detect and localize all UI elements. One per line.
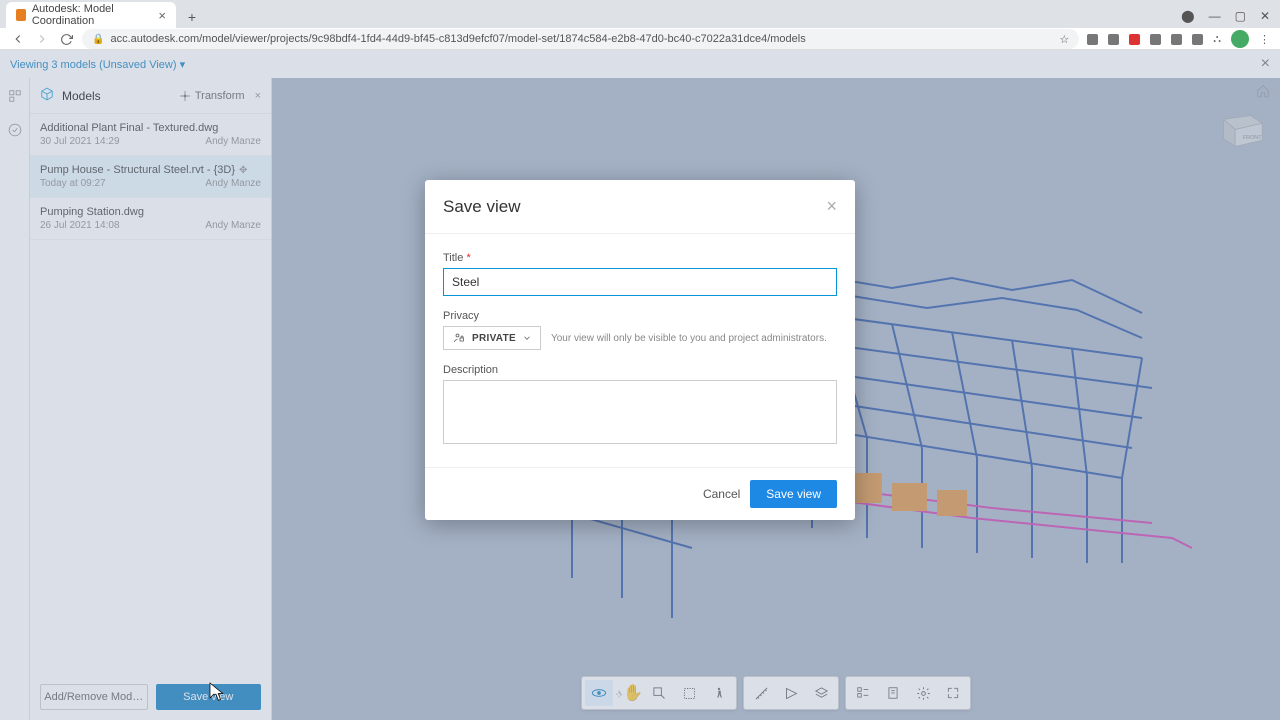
modal-close-icon[interactable]: × (826, 196, 837, 217)
reload-button[interactable] (58, 31, 74, 47)
title-input[interactable] (443, 268, 837, 296)
url-input[interactable]: 🔒 acc.autodesk.com/model/viewer/projects… (82, 29, 1079, 49)
profile-avatar[interactable] (1231, 30, 1249, 48)
save-button[interactable]: Save view (750, 480, 837, 508)
lock-icon: 🔒 (92, 34, 104, 45)
description-input[interactable] (443, 380, 837, 444)
forward-button[interactable] (34, 31, 50, 47)
url-text: acc.autodesk.com/model/viewer/projects/9… (110, 33, 805, 45)
app: Viewing 3 models (Unsaved View) ▾ × Mode… (0, 50, 1280, 720)
ext-icon[interactable] (1108, 34, 1119, 45)
description-label: Description (443, 364, 837, 376)
modal-title: Save view (443, 197, 520, 217)
tab-close-icon[interactable]: × (158, 8, 166, 23)
window-close-icon[interactable]: ✕ (1260, 9, 1270, 23)
person-lock-icon (452, 332, 466, 344)
address-bar: 🔒 acc.autodesk.com/model/viewer/projects… (0, 28, 1280, 50)
minimize-icon[interactable]: — (1209, 9, 1221, 23)
puzzle-icon[interactable]: ⛬ (1213, 33, 1221, 46)
browser-tab[interactable]: Autodesk: Model Coordination × (6, 2, 176, 28)
chevron-down-icon (522, 333, 532, 343)
maximize-icon[interactable]: ▢ (1235, 9, 1246, 23)
tab-title: Autodesk: Model Coordination (32, 3, 153, 27)
tab-bar: Autodesk: Model Coordination × + ⬤ — ▢ ✕ (0, 0, 1280, 28)
new-tab-button[interactable]: + (182, 9, 202, 25)
ext-icon[interactable] (1192, 34, 1203, 45)
cancel-button[interactable]: Cancel (703, 487, 740, 501)
privacy-select[interactable]: PRIVATE (443, 326, 541, 350)
ext-icon[interactable] (1087, 34, 1098, 45)
modal-backdrop: Save view × Title * Privacy PRIVATE Your… (0, 50, 1280, 720)
title-label: Title * (443, 252, 837, 264)
browser-chrome: Autodesk: Model Coordination × + ⬤ — ▢ ✕… (0, 0, 1280, 50)
ext-icon[interactable] (1171, 34, 1182, 45)
back-button[interactable] (10, 31, 26, 47)
save-view-modal: Save view × Title * Privacy PRIVATE Your… (425, 180, 855, 520)
record-icon[interactable]: ⬤ (1181, 9, 1194, 23)
ext-icon[interactable] (1150, 34, 1161, 45)
kebab-icon[interactable]: ⋮ (1259, 33, 1270, 46)
privacy-hint: Your view will only be visible to you an… (551, 333, 827, 344)
privacy-label: Privacy (443, 310, 837, 322)
extension-icons: ⛬ ⋮ (1087, 30, 1270, 48)
favicon-icon (16, 9, 26, 21)
ext-icon[interactable] (1129, 34, 1140, 45)
star-icon[interactable]: ☆ (1059, 33, 1069, 46)
